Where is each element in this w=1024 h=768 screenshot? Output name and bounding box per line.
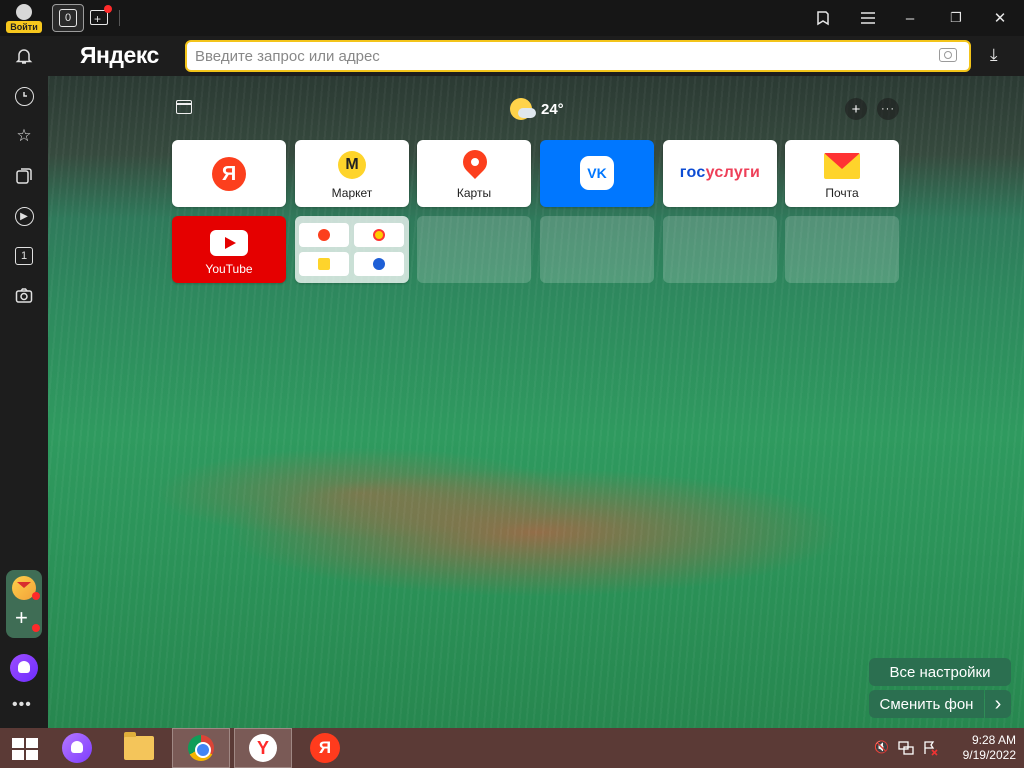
menu-button[interactable] xyxy=(856,6,880,30)
tile-market[interactable]: M Маркет xyxy=(295,140,409,207)
windows-start-icon[interactable] xyxy=(12,738,38,760)
restore-button[interactable]: ❐ xyxy=(944,6,968,30)
address-row: Яндекс ⤓ xyxy=(48,36,1024,76)
volume-muted-icon[interactable]: 🔇 xyxy=(874,740,890,756)
more-options-button[interactable]: ··· xyxy=(877,98,899,120)
tile-folder[interactable] xyxy=(295,216,409,283)
change-background-button[interactable]: Сменить фон xyxy=(869,690,984,718)
tile-vk[interactable]: VK xyxy=(540,140,654,207)
tile-empty[interactable] xyxy=(785,216,899,283)
weather-icon xyxy=(510,98,536,120)
browser-window: Войти 0 + – ❐ ✕ Яндекс ⤓ xyxy=(0,0,1024,768)
tile-caption: Маркет xyxy=(331,186,373,200)
minimize-button[interactable]: – xyxy=(898,6,922,30)
taskbar-yandex-browser[interactable]: Y xyxy=(234,728,292,768)
alice-icon[interactable] xyxy=(10,654,38,682)
mini-zen-icon xyxy=(354,252,404,276)
sidebar-panel: + xyxy=(6,570,42,638)
yandex-icon: Я xyxy=(212,157,246,191)
notification-dot xyxy=(32,624,40,632)
map-pin-icon xyxy=(458,145,492,179)
widgets-icon[interactable] xyxy=(176,100,192,114)
omnibox[interactable] xyxy=(185,40,971,72)
home-tab[interactable]: 0 xyxy=(52,4,84,32)
avatar-icon xyxy=(16,4,32,20)
clock-date: 9/19/2022 xyxy=(962,748,1016,762)
star-icon[interactable]: ☆ xyxy=(12,124,36,148)
tile-maps[interactable]: Карты xyxy=(417,140,531,207)
taskbar: Y Я 🔇 9:28 AM 9/19/2022 xyxy=(0,728,1024,768)
clock-time: 9:28 AM xyxy=(971,733,1016,747)
youtube-icon xyxy=(210,230,248,256)
taskbar-explorer[interactable] xyxy=(110,728,168,768)
search-input[interactable] xyxy=(195,46,915,66)
title-bar: Войти 0 + – ❐ ✕ xyxy=(0,0,1024,36)
network-icon[interactable] xyxy=(898,740,914,756)
separator xyxy=(119,10,120,26)
market-icon: M xyxy=(338,151,366,179)
mail-envelope-icon xyxy=(824,153,860,179)
flag-icon[interactable] xyxy=(922,740,938,756)
collections-icon[interactable] xyxy=(12,164,36,188)
yandex-logo[interactable]: Яндекс xyxy=(80,42,159,69)
bell-icon[interactable] xyxy=(12,44,36,68)
tile-gosuslugi[interactable]: госуслуги xyxy=(663,140,777,207)
tab-count: 1 xyxy=(15,247,33,265)
play-icon[interactable]: ▶ xyxy=(12,204,36,228)
tile-yandex[interactable]: Я xyxy=(172,140,286,207)
clock[interactable]: 9:28 AM 9/19/2022 xyxy=(948,733,1016,763)
download-icon[interactable]: ⤓ xyxy=(990,45,998,65)
tile-youtube[interactable]: YouTube xyxy=(172,216,286,283)
tile-empty[interactable] xyxy=(417,216,531,283)
notification-dot xyxy=(104,5,112,13)
mini-music-icon xyxy=(354,223,404,247)
next-background-button[interactable]: › xyxy=(985,690,1011,718)
camera-search-icon[interactable] xyxy=(939,48,957,62)
taskbar-yandex[interactable]: Я xyxy=(296,728,354,768)
home-tab-count: 0 xyxy=(59,9,77,27)
history-icon[interactable] xyxy=(12,84,36,108)
weather-widget[interactable]: 24° xyxy=(510,98,564,120)
notification-dot xyxy=(32,592,40,600)
more-icon[interactable]: ••• xyxy=(12,696,32,714)
login-button[interactable]: Войти xyxy=(6,4,42,34)
file-explorer-icon xyxy=(124,732,154,760)
tile-caption: YouTube xyxy=(205,262,253,276)
close-button[interactable]: ✕ xyxy=(988,6,1012,30)
taskbar-alice[interactable] xyxy=(48,728,106,768)
tile-caption: Почта xyxy=(825,186,859,200)
add-tile-button[interactable]: + xyxy=(845,98,867,120)
mini-mail-icon xyxy=(299,252,349,276)
sidebar: ☆ ▶ 1 + ••• xyxy=(0,36,48,728)
tile-caption: Карты xyxy=(456,186,492,200)
new-tab-button[interactable]: + xyxy=(88,5,112,28)
alice-icon xyxy=(62,733,92,763)
tab-count-icon[interactable]: 1 xyxy=(12,244,36,268)
yandex-browser-icon: Y xyxy=(249,734,277,762)
chrome-icon xyxy=(188,735,214,761)
all-settings-button[interactable]: Все настройки xyxy=(869,658,1011,686)
tile-mail[interactable]: Почта xyxy=(785,140,899,207)
tile-empty[interactable] xyxy=(540,216,654,283)
plus-icon: + xyxy=(94,12,102,26)
weather-temp: 24° xyxy=(541,100,564,118)
login-label: Войти xyxy=(6,21,42,33)
gosuslugi-logo: госуслуги xyxy=(679,164,761,181)
taskbar-chrome[interactable] xyxy=(172,728,230,768)
bookmark-icon[interactable] xyxy=(812,6,836,30)
add-icon[interactable]: + xyxy=(15,606,28,630)
screenshot-icon[interactable] xyxy=(12,284,36,308)
mini-yandex-icon xyxy=(299,223,349,247)
tile-empty[interactable] xyxy=(663,216,777,283)
yandex-icon: Я xyxy=(310,733,340,763)
vk-icon: VK xyxy=(580,156,614,190)
